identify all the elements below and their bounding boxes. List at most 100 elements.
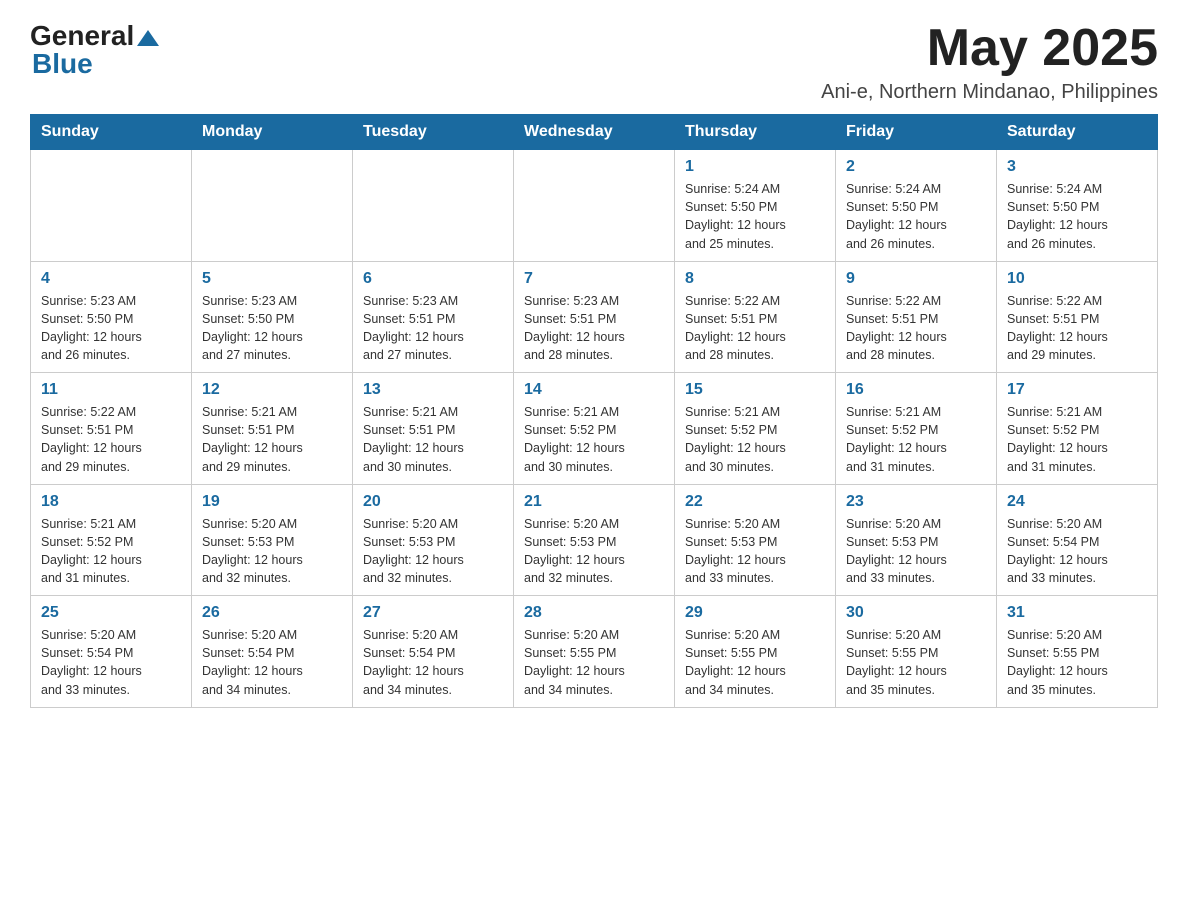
day-info: Sunrise: 5:20 AM Sunset: 5:53 PM Dayligh… bbox=[363, 515, 503, 588]
day-number: 15 bbox=[685, 381, 825, 399]
calendar-cell: 28Sunrise: 5:20 AM Sunset: 5:55 PM Dayli… bbox=[514, 596, 675, 708]
day-number: 16 bbox=[846, 381, 986, 399]
day-number: 14 bbox=[524, 381, 664, 399]
calendar-week-4: 18Sunrise: 5:21 AM Sunset: 5:52 PM Dayli… bbox=[31, 484, 1158, 596]
calendar-header: SundayMondayTuesdayWednesdayThursdayFrid… bbox=[31, 115, 1158, 150]
column-header-monday: Monday bbox=[192, 115, 353, 150]
calendar-table: SundayMondayTuesdayWednesdayThursdayFrid… bbox=[30, 114, 1158, 708]
day-info: Sunrise: 5:20 AM Sunset: 5:53 PM Dayligh… bbox=[202, 515, 342, 588]
calendar-cell: 21 Sunrise: 5:20 AM Sunset: 5:53 PM Dayli… bbox=[514, 484, 675, 596]
day-number: 13 bbox=[363, 381, 503, 399]
day-number: 8 bbox=[685, 270, 825, 288]
day-number: 26 bbox=[202, 604, 342, 622]
day-number: 31 bbox=[1007, 604, 1147, 622]
day-info: Sunrise: 5:20 AM Sunset: 5:53 PM Dayligh… bbox=[685, 515, 825, 588]
day-number: 23 bbox=[846, 493, 986, 511]
day-info: Sunrise: 5:24 AM Sunset: 5:50 PM Dayligh… bbox=[846, 180, 986, 253]
calendar-cell: 26 Sunrise: 5:20 AM Sunset: 5:54 PM Dayli… bbox=[192, 596, 353, 708]
calendar-week-3: 11 Sunrise: 5:22 AM Sunset: 5:51 PM Dayli… bbox=[31, 373, 1158, 485]
day-info: Sunrise: 5:23 AM Sunset: 5:50 PM Dayligh… bbox=[41, 292, 181, 365]
day-number: 11 bbox=[41, 381, 181, 399]
day-number: 7 bbox=[524, 270, 664, 288]
calendar-cell: 11 Sunrise: 5:22 AM Sunset: 5:51 PM Dayli… bbox=[31, 373, 192, 485]
day-info: Sunrise: 5:20 AM Sunset: 5:54 PM Dayligh… bbox=[202, 626, 342, 699]
column-header-saturday: Saturday bbox=[997, 115, 1158, 150]
day-info: Sunrise: 5:20 AM Sunset: 5:53 PM Dayligh… bbox=[846, 515, 986, 588]
calendar-cell: 20Sunrise: 5:20 AM Sunset: 5:53 PM Dayli… bbox=[353, 484, 514, 596]
day-info: Sunrise: 5:21 AM Sunset: 5:52 PM Dayligh… bbox=[41, 515, 181, 588]
calendar-week-5: 25 Sunrise: 5:20 AM Sunset: 5:54 PM Dayli… bbox=[31, 596, 1158, 708]
day-number: 27 bbox=[363, 604, 503, 622]
title-section: May 2025 Ani-e, Northern Mindanao, Phili… bbox=[821, 20, 1158, 104]
day-number: 4 bbox=[41, 270, 181, 288]
day-number: 30 bbox=[846, 604, 986, 622]
day-info: Sunrise: 5:23 AM Sunset: 5:51 PM Dayligh… bbox=[524, 292, 664, 365]
calendar-cell: 17 Sunrise: 5:21 AM Sunset: 5:52 PM Dayli… bbox=[997, 373, 1158, 485]
calendar-body: 1 Sunrise: 5:24 AM Sunset: 5:50 PM Daylig… bbox=[31, 150, 1158, 708]
day-info: Sunrise: 5:21 AM Sunset: 5:52 PM Dayligh… bbox=[1007, 403, 1147, 476]
calendar-cell: 25Sunrise: 5:20 AM Sunset: 5:54 PM Dayli… bbox=[31, 596, 192, 708]
day-info: Sunrise: 5:23 AM Sunset: 5:51 PM Dayligh… bbox=[363, 292, 503, 365]
day-number: 17 bbox=[1007, 381, 1147, 399]
calendar-week-1: 1 Sunrise: 5:24 AM Sunset: 5:50 PM Daylig… bbox=[31, 150, 1158, 262]
day-info: Sunrise: 5:22 AM Sunset: 5:51 PM Dayligh… bbox=[1007, 292, 1147, 365]
calendar-cell: 13 Sunrise: 5:21 AM Sunset: 5:51 PM Dayli… bbox=[353, 373, 514, 485]
logo-triangle-icon bbox=[137, 30, 159, 46]
calendar-cell: 19 Sunrise: 5:20 AM Sunset: 5:53 PM Dayli… bbox=[192, 484, 353, 596]
day-info: Sunrise: 5:20 AM Sunset: 5:55 PM Dayligh… bbox=[1007, 626, 1147, 699]
calendar-cell: 22Sunrise: 5:20 AM Sunset: 5:53 PM Dayli… bbox=[675, 484, 836, 596]
day-info: Sunrise: 5:24 AM Sunset: 5:50 PM Dayligh… bbox=[1007, 180, 1147, 253]
calendar-cell: 23 Sunrise: 5:20 AM Sunset: 5:53 PM Dayli… bbox=[836, 484, 997, 596]
day-number: 5 bbox=[202, 270, 342, 288]
calendar-cell: 15 Sunrise: 5:21 AM Sunset: 5:52 PM Dayli… bbox=[675, 373, 836, 485]
day-number: 10 bbox=[1007, 270, 1147, 288]
month-title: May 2025 bbox=[821, 20, 1158, 77]
day-info: Sunrise: 5:23 AM Sunset: 5:50 PM Dayligh… bbox=[202, 292, 342, 365]
day-number: 28 bbox=[524, 604, 664, 622]
day-info: Sunrise: 5:24 AM Sunset: 5:50 PM Dayligh… bbox=[685, 180, 825, 253]
day-info: Sunrise: 5:21 AM Sunset: 5:51 PM Dayligh… bbox=[363, 403, 503, 476]
day-info: Sunrise: 5:21 AM Sunset: 5:52 PM Dayligh… bbox=[524, 403, 664, 476]
calendar-cell: 24 Sunrise: 5:20 AM Sunset: 5:54 PM Dayli… bbox=[997, 484, 1158, 596]
calendar-cell: 14 Sunrise: 5:21 AM Sunset: 5:52 PM Dayli… bbox=[514, 373, 675, 485]
day-info: Sunrise: 5:20 AM Sunset: 5:55 PM Dayligh… bbox=[846, 626, 986, 699]
day-info: Sunrise: 5:21 AM Sunset: 5:51 PM Dayligh… bbox=[202, 403, 342, 476]
calendar-cell: 16 Sunrise: 5:21 AM Sunset: 5:52 PM Dayli… bbox=[836, 373, 997, 485]
calendar-cell: 31 Sunrise: 5:20 AM Sunset: 5:55 PM Dayli… bbox=[997, 596, 1158, 708]
day-number: 12 bbox=[202, 381, 342, 399]
day-number: 1 bbox=[685, 158, 825, 176]
column-header-friday: Friday bbox=[836, 115, 997, 150]
day-number: 25 bbox=[41, 604, 181, 622]
day-info: Sunrise: 5:21 AM Sunset: 5:52 PM Dayligh… bbox=[846, 403, 986, 476]
calendar-cell bbox=[192, 150, 353, 262]
calendar-cell: 30 Sunrise: 5:20 AM Sunset: 5:55 PM Dayli… bbox=[836, 596, 997, 708]
day-number: 21 bbox=[524, 493, 664, 511]
day-info: Sunrise: 5:22 AM Sunset: 5:51 PM Dayligh… bbox=[41, 403, 181, 476]
day-info: Sunrise: 5:21 AM Sunset: 5:52 PM Dayligh… bbox=[685, 403, 825, 476]
calendar-cell: 9Sunrise: 5:22 AM Sunset: 5:51 PM Daylig… bbox=[836, 261, 997, 373]
day-number: 3 bbox=[1007, 158, 1147, 176]
day-number: 29 bbox=[685, 604, 825, 622]
calendar-cell bbox=[353, 150, 514, 262]
calendar-cell: 4 Sunrise: 5:23 AM Sunset: 5:50 PM Daylig… bbox=[31, 261, 192, 373]
day-info: Sunrise: 5:20 AM Sunset: 5:54 PM Dayligh… bbox=[1007, 515, 1147, 588]
column-header-tuesday: Tuesday bbox=[353, 115, 514, 150]
column-header-wednesday: Wednesday bbox=[514, 115, 675, 150]
calendar-cell: 2Sunrise: 5:24 AM Sunset: 5:50 PM Daylig… bbox=[836, 150, 997, 262]
day-number: 9 bbox=[846, 270, 986, 288]
calendar-cell bbox=[31, 150, 192, 262]
calendar-cell: 5 Sunrise: 5:23 AM Sunset: 5:50 PM Daylig… bbox=[192, 261, 353, 373]
page-header: General Blue May 2025 Ani-e, Northern Mi… bbox=[30, 20, 1158, 104]
calendar-week-2: 4 Sunrise: 5:23 AM Sunset: 5:50 PM Daylig… bbox=[31, 261, 1158, 373]
calendar-cell: 12 Sunrise: 5:21 AM Sunset: 5:51 PM Dayli… bbox=[192, 373, 353, 485]
day-info: Sunrise: 5:22 AM Sunset: 5:51 PM Dayligh… bbox=[685, 292, 825, 365]
calendar-cell: 6Sunrise: 5:23 AM Sunset: 5:51 PM Daylig… bbox=[353, 261, 514, 373]
day-info: Sunrise: 5:20 AM Sunset: 5:53 PM Dayligh… bbox=[524, 515, 664, 588]
day-number: 19 bbox=[202, 493, 342, 511]
day-info: Sunrise: 5:20 AM Sunset: 5:55 PM Dayligh… bbox=[685, 626, 825, 699]
calendar-cell: 18Sunrise: 5:21 AM Sunset: 5:52 PM Dayli… bbox=[31, 484, 192, 596]
logo: General Blue bbox=[30, 20, 159, 80]
calendar-cell: 29 Sunrise: 5:20 AM Sunset: 5:55 PM Dayli… bbox=[675, 596, 836, 708]
day-number: 24 bbox=[1007, 493, 1147, 511]
calendar-cell: 8 Sunrise: 5:22 AM Sunset: 5:51 PM Daylig… bbox=[675, 261, 836, 373]
